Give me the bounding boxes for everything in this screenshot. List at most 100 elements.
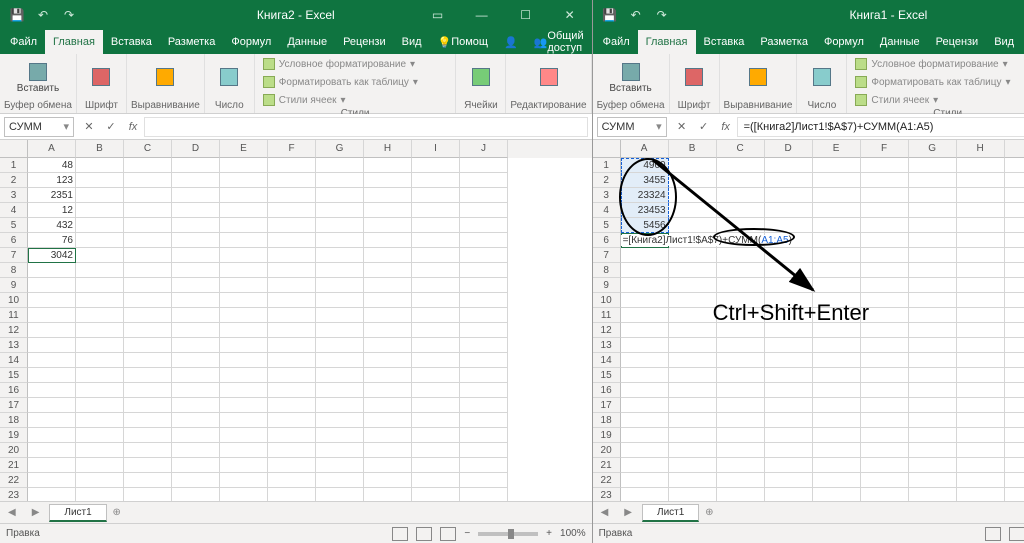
ribbon-options-icon[interactable]: ▭	[416, 0, 460, 30]
cell[interactable]	[268, 248, 316, 263]
grid[interactable]: 1234567891011121314151617181920212223 AB…	[593, 140, 1024, 501]
column-header[interactable]: I	[1005, 140, 1024, 158]
cell[interactable]	[364, 233, 412, 248]
cell[interactable]	[124, 203, 172, 218]
cell[interactable]	[909, 458, 957, 473]
normal-view-icon[interactable]	[985, 527, 1001, 541]
cell[interactable]	[765, 428, 813, 443]
row-header[interactable]: 6	[593, 233, 621, 248]
cell[interactable]	[28, 263, 76, 278]
row-header[interactable]: 19	[0, 428, 28, 443]
cell[interactable]	[316, 203, 364, 218]
cell[interactable]: 5456	[621, 218, 669, 233]
cell[interactable]	[621, 248, 669, 263]
cell[interactable]	[1005, 308, 1024, 323]
row-header[interactable]: 21	[593, 458, 621, 473]
cell[interactable]	[316, 158, 364, 173]
cell[interactable]	[412, 443, 460, 458]
cell[interactable]	[76, 398, 124, 413]
cell[interactable]	[28, 368, 76, 383]
row-header[interactable]: 21	[0, 458, 28, 473]
cell[interactable]	[172, 413, 220, 428]
cell[interactable]	[1005, 488, 1024, 501]
cell[interactable]	[717, 368, 765, 383]
cell[interactable]	[957, 428, 1005, 443]
cell[interactable]	[909, 203, 957, 218]
row-header[interactable]: 4	[0, 203, 28, 218]
cell[interactable]	[813, 338, 861, 353]
row-header[interactable]: 15	[0, 368, 28, 383]
cell[interactable]	[861, 233, 909, 248]
row-header[interactable]: 15	[593, 368, 621, 383]
cell[interactable]	[28, 383, 76, 398]
cell[interactable]	[76, 368, 124, 383]
cell[interactable]	[813, 233, 861, 248]
cell[interactable]	[460, 188, 508, 203]
cell[interactable]	[412, 233, 460, 248]
cell[interactable]	[364, 203, 412, 218]
normal-view-icon[interactable]	[392, 527, 408, 541]
cell[interactable]: 123	[28, 173, 76, 188]
row-header[interactable]: 4	[593, 203, 621, 218]
cell[interactable]	[364, 368, 412, 383]
cell[interactable]	[172, 353, 220, 368]
cell[interactable]	[621, 443, 669, 458]
cell[interactable]	[412, 158, 460, 173]
cell[interactable]	[172, 218, 220, 233]
row-header[interactable]: 18	[593, 413, 621, 428]
cell[interactable]	[813, 458, 861, 473]
cell[interactable]	[621, 278, 669, 293]
cell[interactable]	[460, 263, 508, 278]
cell[interactable]	[76, 263, 124, 278]
cell[interactable]	[621, 488, 669, 501]
cell[interactable]	[28, 293, 76, 308]
cell[interactable]	[861, 263, 909, 278]
cell[interactable]	[76, 323, 124, 338]
tab-insert[interactable]: Вставка	[696, 30, 753, 54]
cell[interactable]	[861, 398, 909, 413]
cell[interactable]	[669, 278, 717, 293]
cell[interactable]	[316, 443, 364, 458]
cell[interactable]	[76, 293, 124, 308]
cell[interactable]	[909, 338, 957, 353]
cell[interactable]	[813, 248, 861, 263]
cell[interactable]	[316, 188, 364, 203]
close-icon[interactable]: ✕	[548, 0, 592, 30]
cell[interactable]	[316, 308, 364, 323]
cell[interactable]	[621, 458, 669, 473]
cell[interactable]	[412, 308, 460, 323]
cell[interactable]	[957, 383, 1005, 398]
number-button[interactable]	[809, 66, 835, 90]
save-icon[interactable]: 💾	[599, 4, 621, 26]
cell[interactable]	[460, 338, 508, 353]
cell[interactable]	[669, 443, 717, 458]
cell[interactable]	[621, 368, 669, 383]
cell[interactable]	[909, 323, 957, 338]
cell[interactable]	[861, 413, 909, 428]
row-header[interactable]: 20	[0, 443, 28, 458]
tab-formulas[interactable]: Формул	[816, 30, 872, 54]
row-header[interactable]: 9	[593, 278, 621, 293]
cell[interactable]	[621, 353, 669, 368]
cell[interactable]	[909, 383, 957, 398]
cell[interactable]	[813, 218, 861, 233]
cell[interactable]	[412, 173, 460, 188]
sheet-nav-prev[interactable]: ◀	[0, 507, 24, 518]
cell[interactable]	[28, 458, 76, 473]
cell[interactable]: 432	[28, 218, 76, 233]
undo-icon[interactable]: ↶	[625, 4, 647, 26]
cell[interactable]	[765, 218, 813, 233]
column-header[interactable]: F	[268, 140, 316, 158]
cell[interactable]	[268, 338, 316, 353]
row-header[interactable]: 12	[0, 323, 28, 338]
cell[interactable]	[172, 488, 220, 501]
cell[interactable]	[220, 413, 268, 428]
cell[interactable]	[460, 353, 508, 368]
row-header[interactable]: 3	[0, 188, 28, 203]
conditional-formatting[interactable]: Условное форматирование ▾	[851, 56, 1011, 72]
cell[interactable]	[220, 383, 268, 398]
cell[interactable]	[220, 428, 268, 443]
minimize-icon[interactable]: —	[460, 0, 504, 30]
cell[interactable]	[861, 338, 909, 353]
cell[interactable]	[268, 353, 316, 368]
